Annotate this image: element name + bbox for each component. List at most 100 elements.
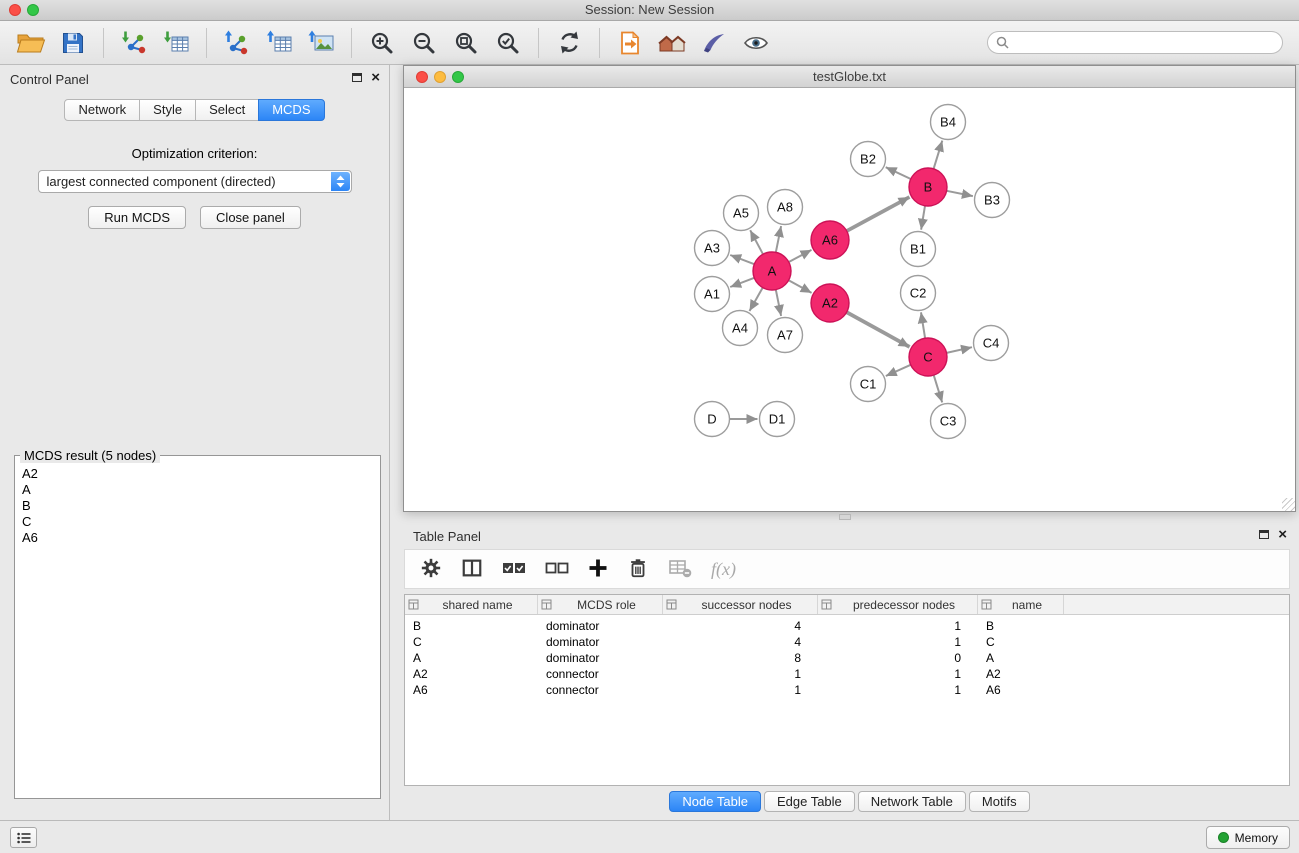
zoom-window-button[interactable] (27, 4, 39, 16)
column-header[interactable]: shared name (405, 595, 538, 614)
create-column-button[interactable] (588, 558, 608, 581)
delete-column-button[interactable] (627, 557, 649, 582)
column-header[interactable]: MCDS role (538, 595, 663, 614)
graph-node[interactable]: B3 (975, 183, 1010, 218)
table-row[interactable]: Bdominator41B (405, 618, 1289, 634)
float-panel-icon[interactable] (352, 73, 362, 82)
close-table-panel-icon[interactable]: × (1278, 529, 1287, 540)
zoom-out-button[interactable] (403, 24, 445, 62)
tab-mcds[interactable]: MCDS (258, 99, 324, 121)
graph-edge[interactable] (847, 312, 910, 347)
tab-network[interactable]: Network (64, 99, 140, 121)
mcds-result-item[interactable]: B (22, 498, 373, 514)
graph-node[interactable]: A6 (811, 221, 849, 259)
resize-grip[interactable] (1282, 498, 1295, 511)
close-network-window-button[interactable] (416, 71, 428, 83)
graph-edge[interactable] (789, 250, 812, 262)
graph-node[interactable]: D1 (760, 402, 795, 437)
import-network-button[interactable] (113, 24, 155, 62)
graph-node[interactable]: C3 (931, 404, 966, 439)
graph-edge[interactable] (730, 278, 754, 287)
graph-edge[interactable] (886, 365, 911, 376)
deselect-all-columns-button[interactable] (545, 559, 569, 580)
graph-node[interactable]: A3 (695, 231, 730, 266)
graph-node[interactable]: B (909, 168, 947, 206)
save-session-button[interactable] (52, 24, 94, 62)
table-row[interactable]: A6connector11A6 (405, 682, 1289, 698)
table-row[interactable]: Cdominator41C (405, 634, 1289, 650)
graph-node[interactable]: A8 (768, 190, 803, 225)
close-panel-icon[interactable]: × (371, 72, 380, 83)
zoom-in-button[interactable] (361, 24, 403, 62)
graph-edge[interactable] (934, 375, 943, 402)
network-graph[interactable]: B4B2BB3A5A8A6B1A3AA1C2A2A4A7C4CC1C3DD1 (404, 89, 1295, 512)
graph-edge[interactable] (730, 255, 754, 264)
style-brush-button[interactable] (693, 24, 735, 62)
zoom-network-window-button[interactable] (452, 71, 464, 83)
graph-node[interactable]: A2 (811, 284, 849, 322)
graph-edge[interactable] (789, 280, 812, 293)
table-row[interactable]: A2connector11A2 (405, 666, 1289, 682)
tab-edge-table[interactable]: Edge Table (764, 791, 855, 812)
minimize-network-window-button[interactable] (434, 71, 446, 83)
delete-table-button[interactable] (668, 557, 692, 582)
graph-edge[interactable] (921, 206, 925, 230)
graph-node[interactable]: B1 (901, 232, 936, 267)
run-mcds-button[interactable]: Run MCDS (88, 206, 186, 229)
graph-edge[interactable] (947, 191, 973, 196)
graph-node[interactable]: A1 (695, 277, 730, 312)
table-row[interactable]: Adominator80A (405, 650, 1289, 666)
graph-node[interactable]: A (753, 252, 791, 290)
refresh-button[interactable] (548, 24, 590, 62)
graph-edge[interactable] (921, 312, 925, 338)
function-builder-button[interactable]: f(x) (711, 559, 736, 580)
panel-chooser-button[interactable] (10, 827, 37, 848)
memory-button[interactable]: Memory (1206, 826, 1290, 849)
search-box[interactable] (987, 31, 1283, 54)
graph-edge[interactable] (847, 197, 910, 231)
graph-node[interactable]: D (695, 402, 730, 437)
export-document-button[interactable] (609, 24, 651, 62)
column-header[interactable]: predecessor nodes (818, 595, 978, 614)
export-table-button[interactable] (258, 24, 300, 62)
graph-edge[interactable] (947, 347, 973, 353)
graph-node[interactable]: C (909, 338, 947, 376)
select-all-columns-button[interactable] (502, 559, 526, 580)
network-canvas[interactable]: B4B2BB3A5A8A6B1A3AA1C2A2A4A7C4CC1C3DD1 (404, 89, 1295, 511)
graph-node[interactable]: A7 (768, 318, 803, 353)
tab-motifs[interactable]: Motifs (969, 791, 1030, 812)
open-session-button[interactable] (10, 24, 52, 62)
mcds-result-item[interactable]: C (22, 514, 373, 530)
table-settings-button[interactable] (420, 557, 442, 582)
graph-edge[interactable] (776, 226, 781, 252)
tab-select[interactable]: Select (195, 99, 259, 121)
node-table[interactable]: shared nameMCDS rolesuccessor nodesprede… (404, 594, 1290, 786)
tab-network-table[interactable]: Network Table (858, 791, 966, 812)
graph-edge[interactable] (776, 290, 781, 316)
close-window-button[interactable] (9, 4, 21, 16)
graph-edge[interactable] (886, 167, 911, 179)
splitter-handle[interactable] (839, 514, 851, 520)
zoom-fit-button[interactable] (445, 24, 487, 62)
graph-edge[interactable] (750, 288, 763, 311)
show-hide-details-button[interactable] (735, 24, 777, 62)
mcds-result-item[interactable]: A2 (22, 466, 373, 482)
search-input[interactable] (1014, 36, 1274, 50)
graph-node[interactable]: A4 (723, 311, 758, 346)
graph-node[interactable]: B2 (851, 142, 886, 177)
float-table-panel-icon[interactable] (1259, 530, 1269, 539)
graph-node[interactable]: B4 (931, 105, 966, 140)
graph-node[interactable]: C4 (974, 326, 1009, 361)
optimization-criterion-dropdown[interactable]: largest connected component (directed) (38, 170, 352, 193)
home-button[interactable] (651, 24, 693, 62)
graph-edge[interactable] (750, 230, 763, 254)
column-header[interactable]: successor nodes (663, 595, 818, 614)
zoom-selected-button[interactable] (487, 24, 529, 62)
export-image-button[interactable] (300, 24, 342, 62)
close-panel-button[interactable]: Close panel (200, 206, 301, 229)
export-network-button[interactable] (216, 24, 258, 62)
graph-edge[interactable] (934, 141, 943, 169)
mcds-result-item[interactable]: A6 (22, 530, 373, 546)
column-header[interactable]: name (978, 595, 1064, 614)
graph-node[interactable]: C1 (851, 367, 886, 402)
